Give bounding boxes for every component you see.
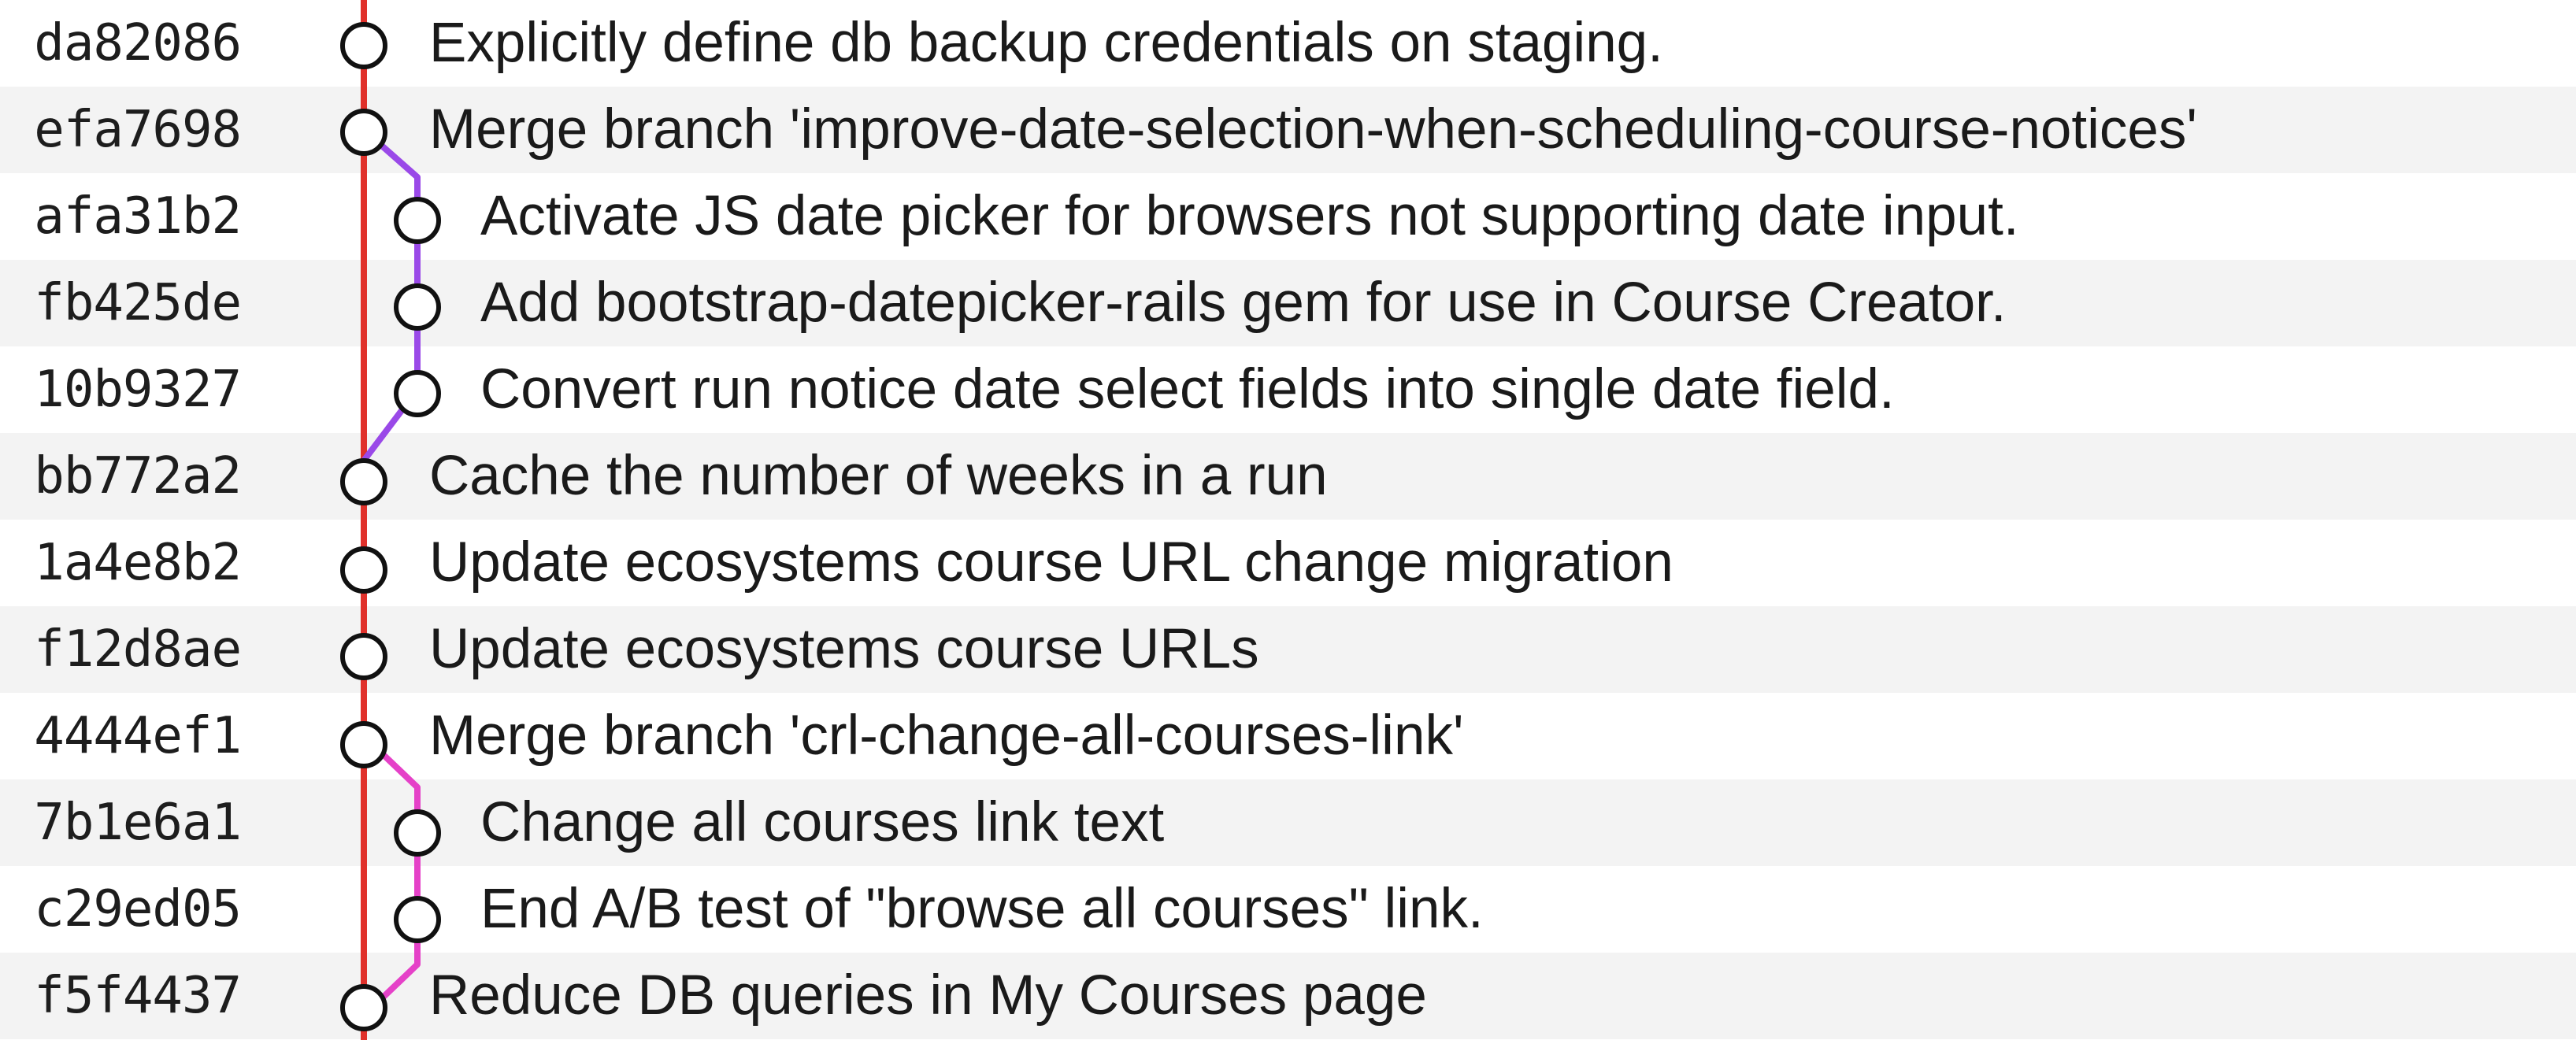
commit-hash: fb425de (34, 274, 242, 332)
commit-hash: efa7698 (34, 101, 242, 159)
commit-message: Update ecosystems course URLs (429, 618, 1259, 680)
commit-hash: afa31b2 (34, 187, 242, 246)
commit-message: Merge branch 'improve-date-selection-whe… (429, 98, 2197, 161)
commit-message: Add bootstrap-datepicker-rails gem for u… (480, 272, 2007, 334)
commit-hash: 10b9327 (34, 361, 242, 419)
commit-hash: 7b1e6a1 (34, 794, 242, 852)
commit-row[interactable]: c29ed05 End A/B test of "browse all cour… (0, 866, 2576, 953)
commit-row[interactable]: f5f4437 Reduce DB queries in My Courses … (0, 953, 2576, 1039)
commit-message: Reduce DB queries in My Courses page (429, 964, 1427, 1027)
commit-hash: 1a4e8b2 (34, 534, 242, 592)
commit-row[interactable]: efa7698 Merge branch 'improve-date-selec… (0, 87, 2576, 173)
commit-message: Convert run notice date select fields in… (480, 358, 1895, 420)
commit-message: Explicitly define db backup credentials … (429, 12, 1663, 74)
commit-row[interactable]: 1a4e8b2 Update ecosystems course URL cha… (0, 520, 2576, 606)
commit-hash: bb772a2 (34, 447, 242, 505)
commit-hash: 4444ef1 (34, 707, 242, 765)
commit-message: Activate JS date picker for browsers not… (480, 185, 2019, 247)
commit-row[interactable]: f12d8ae Update ecosystems course URLs (0, 606, 2576, 693)
commit-message: Update ecosystems course URL change migr… (429, 531, 1673, 594)
commit-message: Merge branch 'crl-change-all-courses-lin… (429, 705, 1464, 767)
commit-row[interactable]: 10b9327 Convert run notice date select f… (0, 346, 2576, 433)
commit-row[interactable]: da82086 Explicitly define db backup cred… (0, 0, 2576, 87)
commit-message: Change all courses link text (480, 791, 1165, 853)
commit-row[interactable]: 7b1e6a1 Change all courses link text (0, 779, 2576, 866)
commit-hash: c29ed05 (34, 880, 242, 938)
commit-row[interactable]: fb425de Add bootstrap-datepicker-rails g… (0, 260, 2576, 346)
commit-row[interactable]: bb772a2 Cache the number of weeks in a r… (0, 433, 2576, 520)
commit-log: da82086 Explicitly define db backup cred… (0, 0, 2576, 1040)
commit-row[interactable]: afa31b2 Activate JS date picker for brow… (0, 173, 2576, 260)
commit-hash: da82086 (34, 14, 242, 72)
commit-hash: f5f4437 (34, 967, 242, 1025)
commit-message: End A/B test of "browse all courses" lin… (480, 878, 1484, 940)
commit-message: Cache the number of weeks in a run (429, 445, 1328, 507)
commit-hash: f12d8ae (34, 620, 242, 679)
commit-row[interactable]: 4444ef1 Merge branch 'crl-change-all-cou… (0, 693, 2576, 779)
